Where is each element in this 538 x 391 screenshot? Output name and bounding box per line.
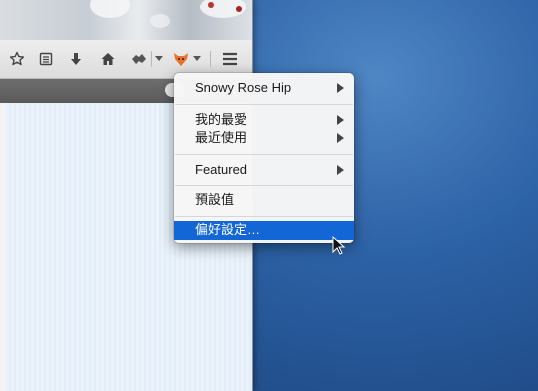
menu-separator xyxy=(175,154,353,155)
theme-dropdown-menu: Snowy Rose Hip 我的最愛 最近使用 Featured 預設值 偏好… xyxy=(174,73,354,243)
fox-theme-icon[interactable] xyxy=(170,49,192,69)
hamburger-menu-icon[interactable] xyxy=(219,49,241,69)
menu-item-label: 最近使用 xyxy=(195,130,248,145)
menu-item-featured[interactable]: Featured xyxy=(174,161,354,179)
menu-item-label: 預設值 xyxy=(195,192,235,207)
rose-hip-decoration xyxy=(208,2,214,8)
download-icon[interactable] xyxy=(65,49,87,69)
dropdown-icon[interactable] xyxy=(190,49,204,69)
menu-item-favorites[interactable]: 我的最愛 xyxy=(174,111,354,129)
menu-item-current-theme[interactable]: Snowy Rose Hip xyxy=(174,79,354,97)
menu-item-default[interactable]: 預設值 xyxy=(174,191,354,209)
menu-separator xyxy=(175,185,353,186)
menu-item-label: Snowy Rose Hip xyxy=(195,80,292,95)
menu-item-recent[interactable]: 最近使用 xyxy=(174,129,354,147)
theme-header-image xyxy=(0,0,252,40)
reading-list-icon[interactable] xyxy=(35,49,57,69)
menu-separator xyxy=(175,216,353,217)
home-icon[interactable] xyxy=(97,49,119,69)
submenu-arrow-icon xyxy=(337,83,344,93)
submenu-arrow-icon xyxy=(337,133,344,143)
menu-separator xyxy=(175,104,353,105)
rose-hip-decoration xyxy=(236,6,242,12)
submenu-arrow-icon xyxy=(337,165,344,175)
mouse-pointer-icon xyxy=(332,236,346,255)
menu-item-label: Featured xyxy=(195,162,248,177)
menu-item-label: 偏好設定… xyxy=(195,222,261,237)
menu-item-label: 我的最愛 xyxy=(195,112,248,127)
addon-icon[interactable] xyxy=(128,49,150,69)
submenu-arrow-icon xyxy=(337,115,344,125)
dropdown-icon[interactable] xyxy=(152,49,166,69)
star-icon[interactable] xyxy=(6,49,28,69)
menu-item-preferences[interactable]: 偏好設定… xyxy=(174,221,354,240)
